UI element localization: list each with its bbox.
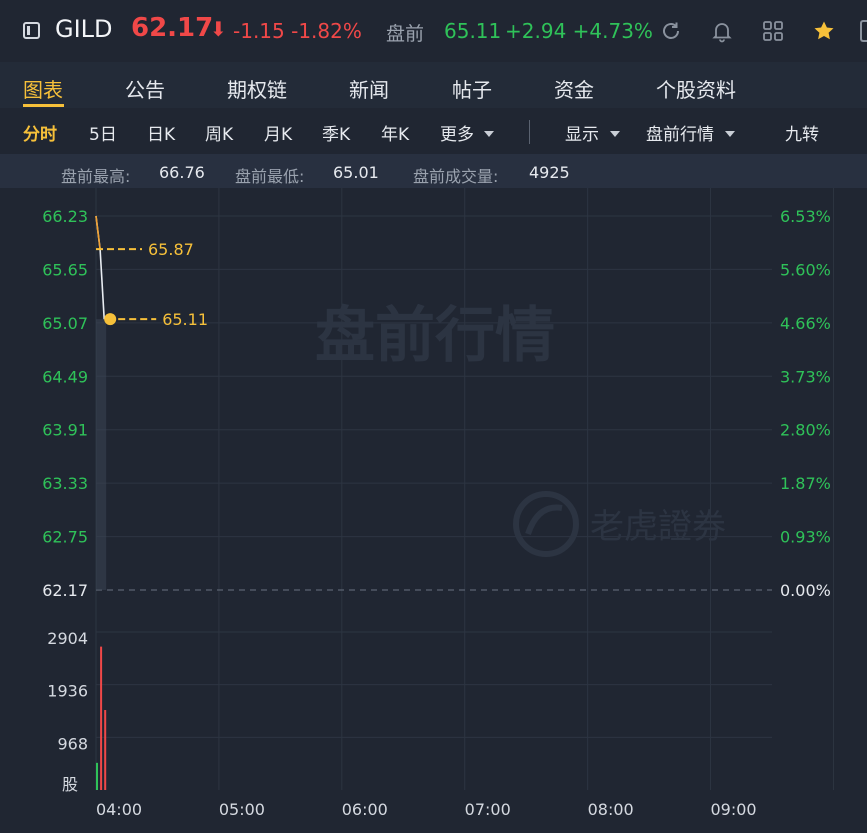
period-intraday[interactable]: 分时 (23, 120, 57, 145)
price-annotations: 65.87 65.11 (96, 240, 208, 329)
brand-watermark: 老虎證券 (590, 507, 726, 547)
volume-bars (96, 646, 107, 790)
percent-tick-label: 0.00% (780, 581, 831, 600)
sidebar-toggle-icon[interactable] (23, 22, 40, 39)
percent-tick-label: 4.66% (780, 314, 831, 333)
premarket-volume-value: 4925 (529, 163, 570, 182)
active-tab-indicator (23, 104, 64, 107)
premarket-price: 65.11 (444, 19, 502, 43)
price-axis: 66.23 65.65 65.07 64.49 63.91 63.33 62.75 62.17 (42, 207, 88, 600)
tab-posts[interactable]: 帖子 (452, 74, 492, 103)
time-tick-label: 09:00 (710, 800, 756, 819)
premarket-quote-dropdown[interactable]: 盘前行情 (646, 120, 736, 145)
time-axis: 04:00 05:00 06:00 07:00 08:00 09:00 (96, 800, 757, 819)
premarket-high-value: 66.76 (159, 163, 205, 182)
current-price-dot (104, 313, 117, 326)
premarket-high-label: 盘前最高: (61, 167, 131, 186)
percent-tick-label: 3.73% (780, 367, 831, 386)
price-down-arrow-icon: ⬇ (210, 17, 227, 41)
intraday-chart[interactable]: 盘前行情 老虎證券 66.23 65.65 65.07 64.49 63.91 63.33… (0, 188, 867, 833)
premarket-change: +2.94 +4.73% (505, 19, 653, 43)
period-more-label: 更多 (440, 125, 474, 145)
volume-bar (104, 710, 107, 790)
percent-tick-label: 5.60% (780, 260, 831, 279)
average-price-line (95, 215, 101, 250)
percent-tick-label: 2.80% (780, 421, 831, 440)
period-5day[interactable]: 5日 (89, 120, 117, 145)
price-tick-label: 65.65 (42, 260, 88, 279)
tiger-brokers-logo-icon: 老虎證券 (513, 491, 726, 557)
period-monthly-k[interactable]: 月K (264, 120, 292, 145)
tab-announcements[interactable]: 公告 (125, 74, 165, 103)
percent-tick-label: 6.53% (780, 207, 831, 226)
chart-grid (95, 188, 834, 790)
price-tick-label: 64.49 (42, 367, 88, 386)
price-change: -1.15 -1.82% (233, 19, 362, 43)
premarket-volume-label: 盘前成交量: (413, 167, 499, 186)
period-daily-k[interactable]: 日K (147, 120, 175, 145)
time-tick-label: 04:00 (96, 800, 142, 819)
quote-header: GILD 62.17 ⬇ -1.15 -1.82% 盘前 65.11 +2.94… (0, 0, 867, 62)
expand-panel-icon[interactable] (860, 20, 867, 42)
time-tick-label: 05:00 (219, 800, 265, 819)
volume-tick-label: 2904 (47, 629, 88, 648)
volume-tick-label: 968 (57, 734, 88, 753)
annotation-label: 65.87 (148, 240, 194, 259)
ticker-symbol: GILD (55, 15, 113, 43)
refresh-icon[interactable] (659, 19, 683, 43)
period-toolbar: 分时 5日 日K 周K 月K 季K 年K 更多 显示 盘前行情 九转 (0, 108, 867, 154)
time-tick-label: 07:00 (465, 800, 511, 819)
main-tabs: 图表 公告 期权链 新闻 帖子 资金 个股资料 (0, 62, 867, 108)
annotation-label: 65.11 (162, 310, 208, 329)
period-weekly-k[interactable]: 周K (205, 120, 233, 145)
percent-axis: 6.53% 5.60% 4.66% 3.73% 2.80% 1.87% 0.93% 0.00% (780, 207, 831, 600)
percent-tick-label: 1.87% (780, 474, 831, 493)
volume-bar (96, 762, 98, 790)
volume-tick-label: 1936 (47, 682, 88, 701)
price-area (96, 319, 107, 590)
premarket-label: 盘前 (386, 23, 425, 45)
percent-tick-label: 0.93% (780, 528, 831, 547)
price-tick-label: 62.17 (42, 581, 88, 600)
display-label: 显示 (565, 125, 599, 145)
chevron-down-icon (484, 131, 495, 137)
price-tick-label: 62.75 (42, 528, 88, 547)
last-price: 62.17 (131, 13, 214, 43)
time-tick-label: 06:00 (342, 800, 388, 819)
volume-axis: 2904 1936 968 (47, 629, 88, 753)
display-dropdown[interactable]: 显示 (565, 120, 621, 145)
period-yearly-k[interactable]: 年K (381, 120, 409, 145)
price-tick-label: 63.91 (42, 421, 88, 440)
chevron-down-icon (725, 131, 736, 137)
price-tick-label: 65.07 (42, 314, 88, 333)
bell-icon[interactable] (710, 19, 734, 43)
tab-news[interactable]: 新闻 (349, 74, 389, 103)
chevron-down-icon (610, 131, 621, 137)
tab-capital[interactable]: 资金 (554, 74, 594, 103)
tab-options-chain[interactable]: 期权链 (227, 74, 287, 103)
favorite-star-icon[interactable] (812, 19, 836, 43)
period-quarterly-k[interactable]: 季K (322, 120, 350, 145)
time-tick-label: 08:00 (588, 800, 634, 819)
premarket-quote-label: 盘前行情 (646, 125, 714, 145)
premarket-low-label: 盘前最低: (235, 167, 305, 186)
volume-unit-label: 股 (62, 775, 78, 794)
price-tick-label: 63.33 (42, 474, 88, 493)
premarket-stats-bar: 盘前最高: 66.76 盘前最低: 65.01 盘前成交量: 4925 (0, 154, 867, 188)
price-lines (95, 215, 105, 320)
tab-chart[interactable]: 图表 (23, 74, 63, 103)
grid-icon[interactable] (761, 19, 785, 43)
price-area-fill (96, 319, 107, 590)
tab-company-profile[interactable]: 个股资料 (656, 74, 736, 103)
price-tick-label: 66.23 (42, 207, 88, 226)
premarket-low-value: 65.01 (333, 163, 379, 182)
volume-bar (100, 646, 103, 790)
toolbar-divider (529, 120, 530, 144)
jiuzhuan-indicator-button[interactable]: 九转 (785, 120, 819, 145)
period-more-dropdown[interactable]: 更多 (440, 120, 495, 145)
chart-watermark: 盘前行情 (315, 301, 555, 371)
